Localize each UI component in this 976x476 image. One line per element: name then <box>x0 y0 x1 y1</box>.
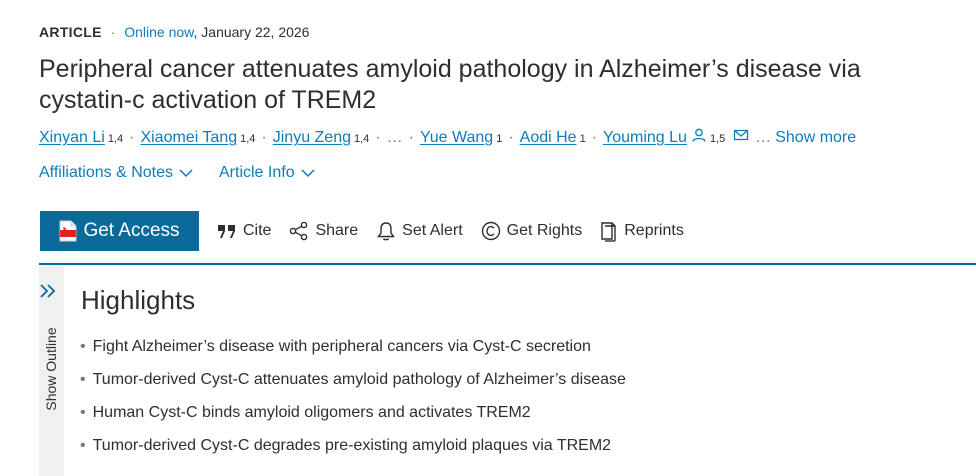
highlight-text: Human Cyst-C binds amyloid oligomers and… <box>92 404 531 421</box>
author-link[interactable]: Xiaomei Tang <box>140 129 237 147</box>
article-title: Peripheral cancer attenuates amyloid pat… <box>39 55 861 114</box>
author-list: Xinyan Li 1,4 · Xiaomei Tang 1,4 · Jinyu… <box>39 128 856 147</box>
share-button[interactable]: Share <box>289 221 358 241</box>
highlight-text: Tumor-derived Cyst-C degrades pre-existi… <box>92 437 612 454</box>
author-affiliation: 1,4 <box>354 133 370 145</box>
article-meta: ARTICLE · Online now, January 22, 2026 <box>39 24 309 40</box>
cite-button[interactable]: Cite <box>217 222 271 240</box>
cite-label: Cite <box>243 222 272 239</box>
highlights-heading: Highlights <box>81 285 196 315</box>
highlight-item: • Tumor-derived Cyst-C degrades pre-exist… <box>80 436 626 469</box>
author-separator: · <box>129 129 135 146</box>
author-separator: · <box>375 129 381 146</box>
share-label: Share <box>315 222 359 239</box>
author-link[interactable]: Jinyu Zeng <box>273 129 351 147</box>
highlights-list: • Fight Alzheimer’s disease with peripher… <box>80 337 626 469</box>
article-toolbar: Get Access Cite Share Set Alert Get Righ… <box>40 211 684 251</box>
meta-separator: · <box>110 24 116 40</box>
reprints-icon <box>601 222 616 242</box>
article-type: ARTICLE <box>39 24 102 40</box>
author-affiliation: 1,4 <box>240 133 256 145</box>
highlight-item: • Tumor-derived Cyst-C attenuates amyloid… <box>80 370 626 403</box>
reprints-label: Reprints <box>624 222 684 239</box>
bullet: • <box>80 338 86 355</box>
show-outline-toggle[interactable]: Show Outline <box>43 327 59 410</box>
author-link[interactable]: Youming Lu <box>603 129 687 147</box>
affiliations-dropdown[interactable]: Affiliations & Notes <box>39 164 193 182</box>
publication-date: , January 22, 2026 <box>193 24 310 40</box>
show-more-authors-button[interactable]: Show more <box>775 129 856 147</box>
quote-icon <box>218 225 235 238</box>
highlight-text: Tumor-derived Cyst-C attenuates amyloid … <box>92 371 626 388</box>
chevron-down-icon <box>179 168 193 177</box>
author-link[interactable]: Xinyan Li <box>39 129 105 147</box>
article-links: Affiliations & Notes Article Info <box>39 164 315 182</box>
author-affiliation: 1,5 <box>709 133 726 145</box>
mail-icon[interactable] <box>733 128 749 142</box>
bullet: • <box>80 371 86 388</box>
article-info-label: Article Info <box>219 164 295 181</box>
toolbar-divider <box>39 263 976 265</box>
set-alert-button[interactable]: Set Alert <box>376 221 463 241</box>
author-affiliation: 1,4 <box>107 133 124 145</box>
pdf-icon <box>59 220 77 242</box>
authors-trailing-ellipsis: … <box>755 129 772 146</box>
authors-ellipsis: … <box>386 129 403 146</box>
author-separator: · <box>408 129 414 146</box>
bullet: • <box>80 437 86 454</box>
affiliations-label: Affiliations & Notes <box>39 164 173 181</box>
author-link[interactable]: Aodi He <box>520 129 577 147</box>
highlight-item: • Human Cyst-C binds amyloid oligomers an… <box>80 403 626 436</box>
online-status: Online now <box>124 24 194 40</box>
reprints-button[interactable]: Reprints <box>600 220 684 242</box>
get-access-button[interactable]: Get Access <box>40 211 199 251</box>
highlight-item: • Fight Alzheimer’s disease with peripher… <box>80 337 626 370</box>
chevron-down-icon <box>301 168 315 177</box>
author-separator: · <box>261 129 267 146</box>
set-alert-label: Set Alert <box>402 222 463 239</box>
author-separator: · <box>508 129 514 146</box>
get-access-label: Get Access <box>83 220 180 241</box>
highlight-text: Fight Alzheimer’s disease with periphera… <box>92 338 591 355</box>
get-rights-button[interactable]: Get Rights <box>481 221 583 241</box>
author-link[interactable]: Yue Wang <box>420 129 493 147</box>
author-separator: · <box>591 129 598 146</box>
share-icon <box>290 221 308 241</box>
bell-icon <box>377 222 396 241</box>
get-rights-label: Get Rights <box>506 222 583 239</box>
user-icon <box>692 128 706 142</box>
copyright-icon <box>481 221 500 241</box>
article-info-dropdown[interactable]: Article Info <box>219 164 315 182</box>
bullet: • <box>80 404 86 421</box>
double-chevron-right-icon[interactable] <box>39 282 59 300</box>
